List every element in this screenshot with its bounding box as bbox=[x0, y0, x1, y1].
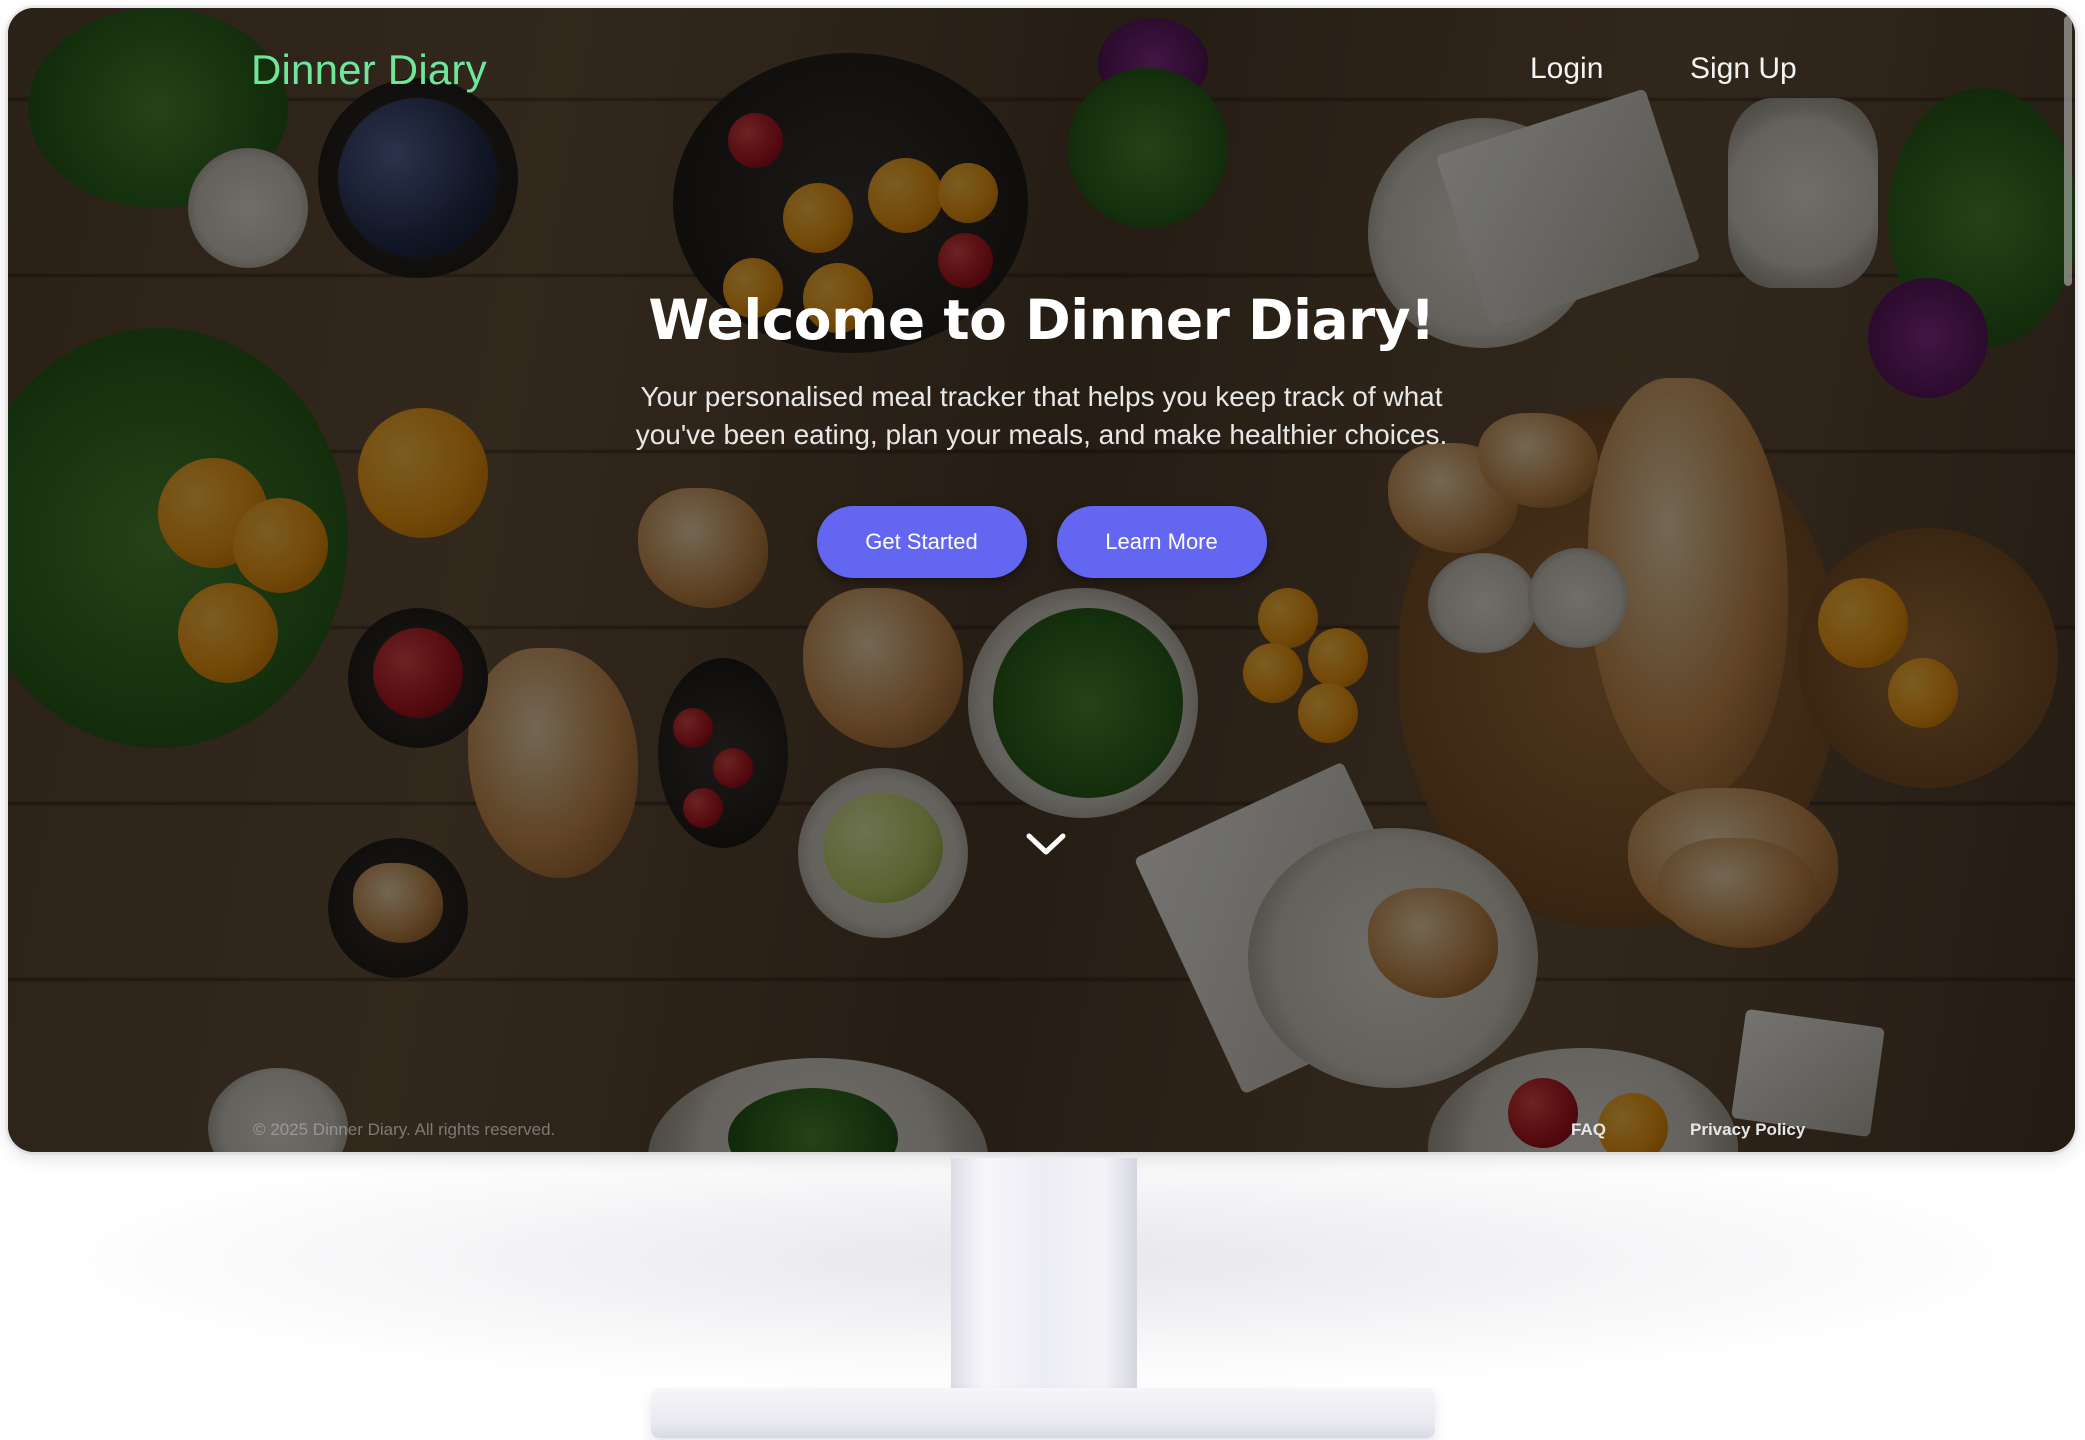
signup-link[interactable]: Sign Up bbox=[1690, 52, 1797, 86]
login-link[interactable]: Login bbox=[1530, 52, 1603, 86]
top-navbar: Dinner Diary Login Sign Up bbox=[8, 8, 2075, 128]
hero-section: Welcome to Dinner Diary! Your personalis… bbox=[8, 288, 2075, 578]
monitor-screen: Dinner Diary Login Sign Up Welcome to Di… bbox=[8, 8, 2075, 1152]
hero-title: Welcome to Dinner Diary! bbox=[648, 288, 1435, 352]
brand-logo-text[interactable]: Dinner Diary bbox=[251, 46, 487, 94]
hero-button-row: Get Started Learn More bbox=[8, 506, 2075, 578]
privacy-policy-link[interactable]: Privacy Policy bbox=[1690, 1120, 1805, 1140]
monitor-stand-neck bbox=[951, 1158, 1137, 1408]
hero-subtitle: Your personalised meal tracker that help… bbox=[635, 381, 1448, 450]
monitor-stand-base bbox=[651, 1388, 1435, 1438]
chevron-down-icon[interactable] bbox=[1025, 828, 1067, 858]
faq-link[interactable]: FAQ bbox=[1571, 1120, 1606, 1140]
copyright-text: © 2025 Dinner Diary. All rights reserved… bbox=[253, 1120, 556, 1139]
get-started-button[interactable]: Get Started bbox=[816, 506, 1027, 578]
page-scrollbar[interactable] bbox=[2064, 16, 2072, 286]
learn-more-button[interactable]: Learn More bbox=[1056, 506, 1267, 578]
hero-dark-overlay bbox=[8, 8, 2075, 1152]
page-footer: © 2025 Dinner Diary. All rights reserved… bbox=[8, 1112, 2075, 1152]
